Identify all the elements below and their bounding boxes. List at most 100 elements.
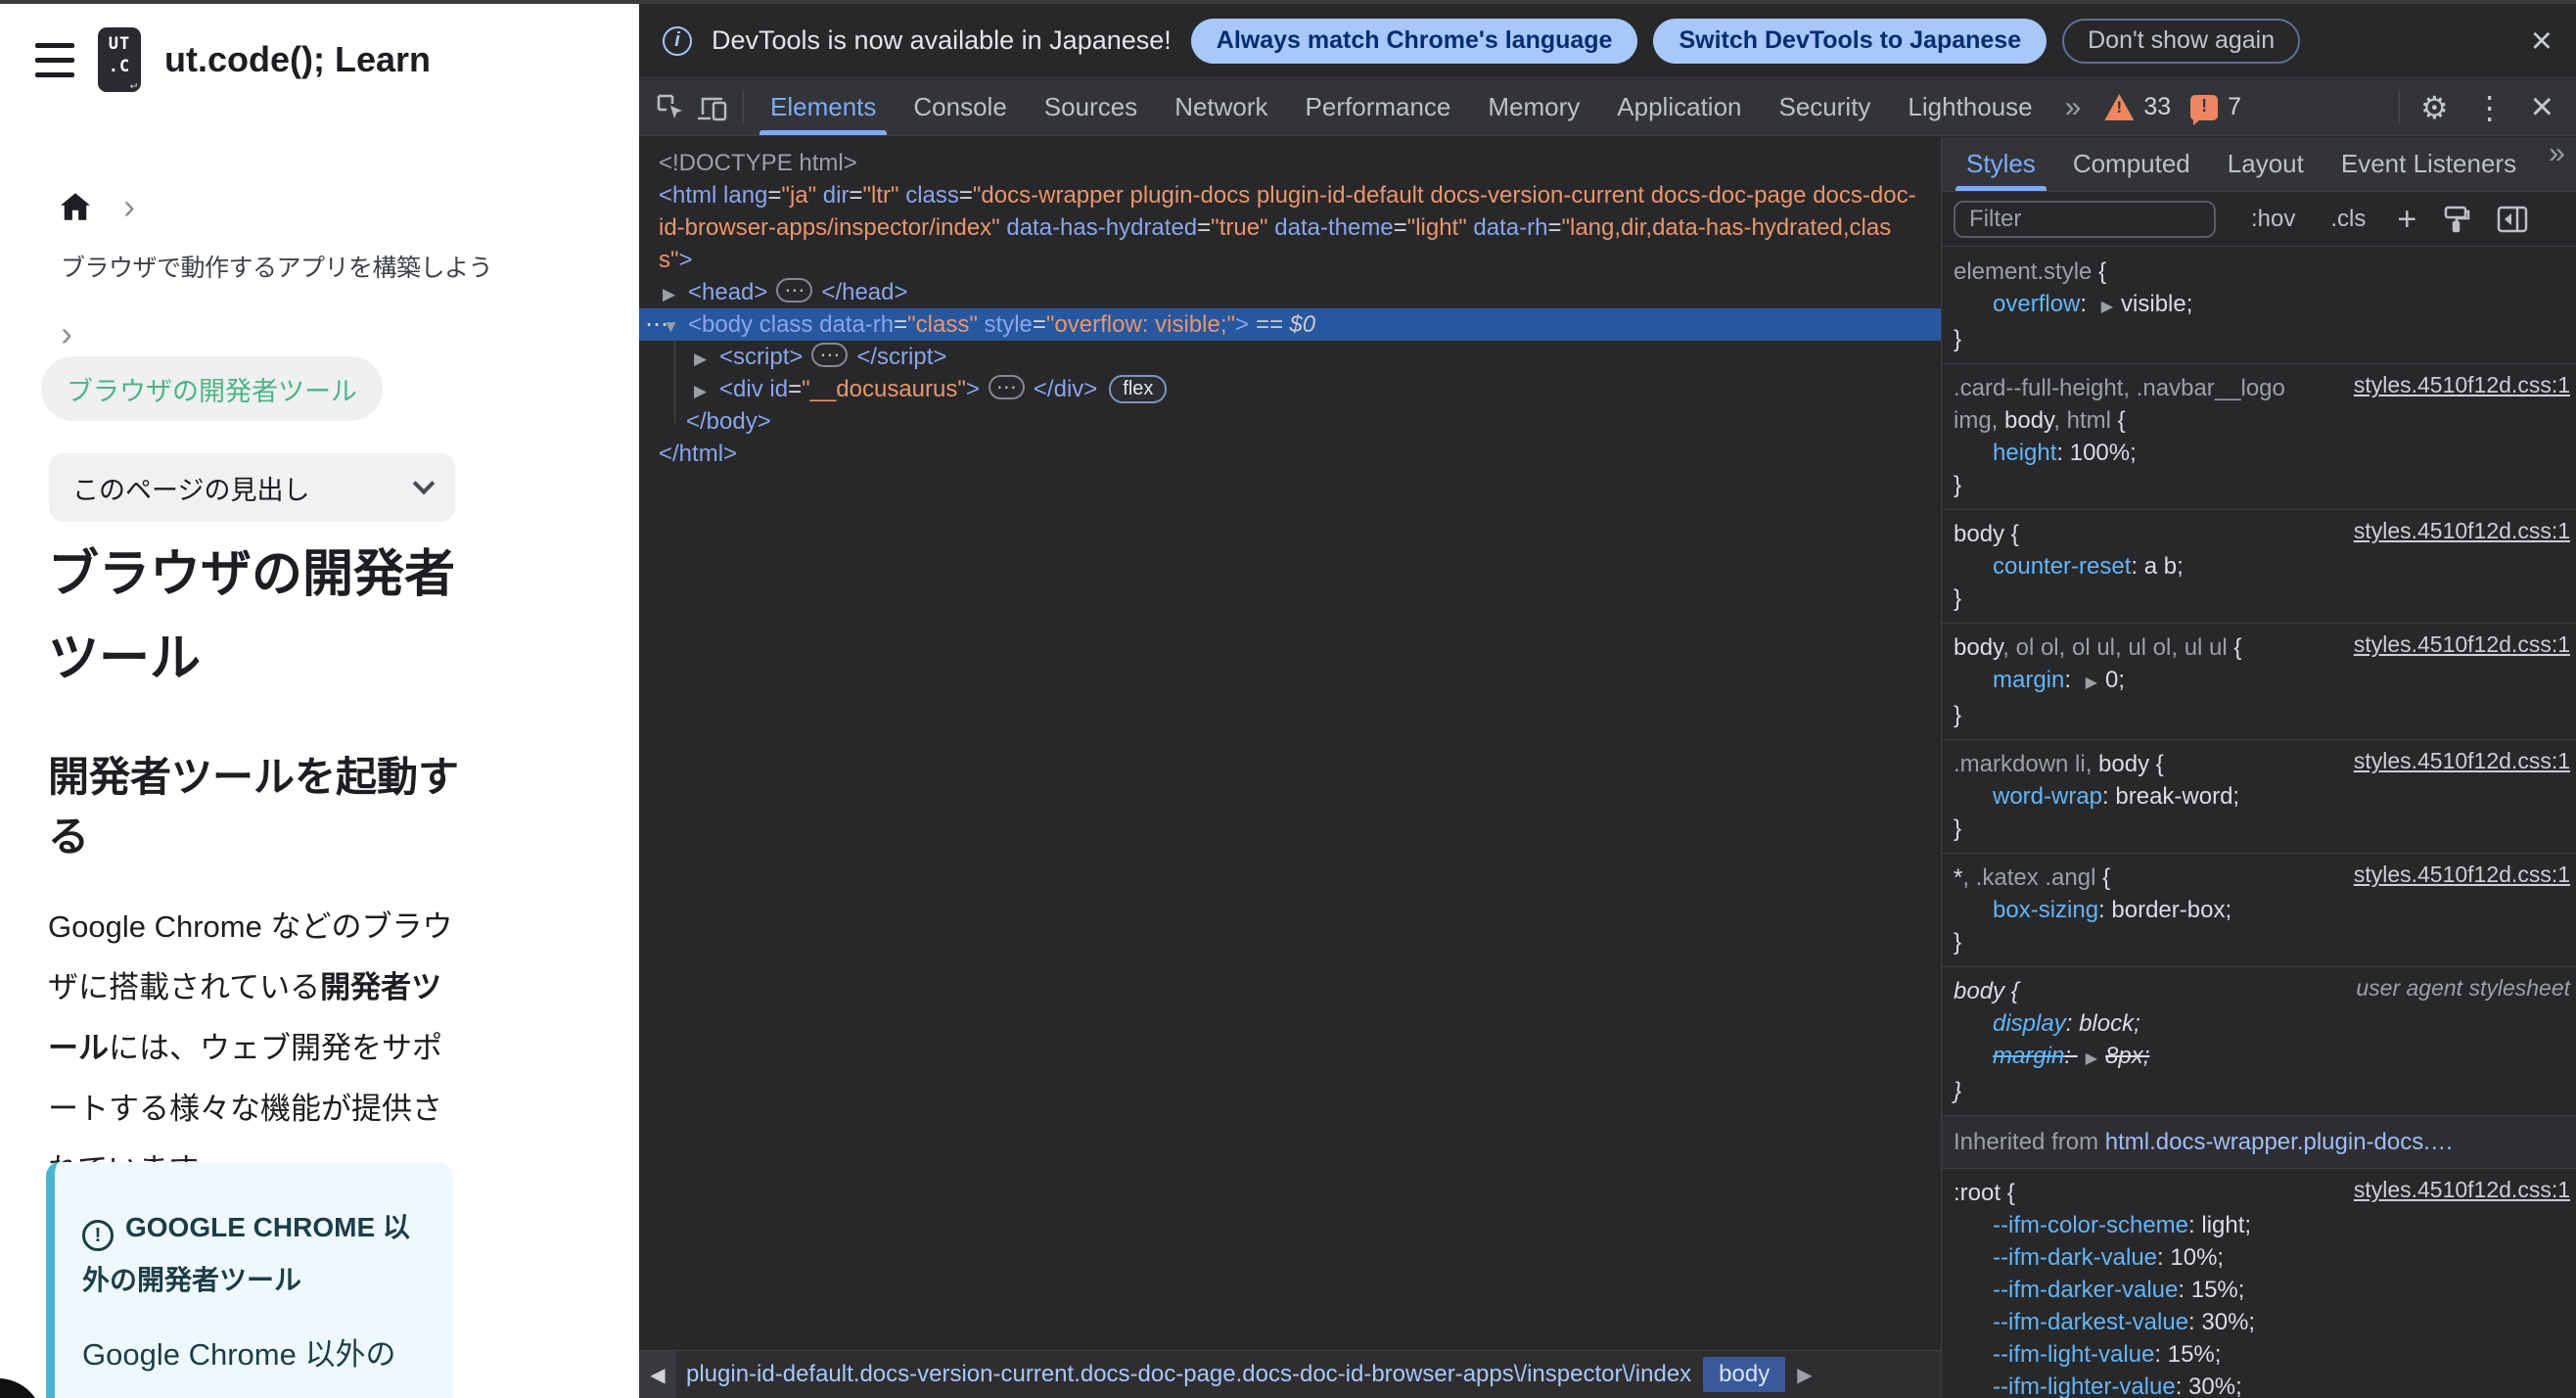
flex-badge[interactable]: flex: [1109, 375, 1168, 403]
stylesheet-link[interactable]: styles.4510f12d.css:1: [2354, 1177, 2570, 1203]
twisty-icon[interactable]: ▶: [694, 343, 719, 373]
devtools-tab-security[interactable]: Security: [1761, 79, 1890, 135]
css-property-line[interactable]: word-wrap: break-word;: [1942, 780, 2576, 813]
dom-tree-row[interactable]: </html>: [639, 438, 1941, 470]
css-selector-line[interactable]: img, body, html {: [1942, 404, 2576, 437]
new-style-rule-button[interactable]: +: [2397, 203, 2416, 236]
css-selector-line[interactable]: }: [1942, 699, 2576, 731]
inherited-node-link[interactable]: html.docs-wrapper.plugin-docs.…: [2105, 1129, 2454, 1155]
css-property-line[interactable]: margin: ▶ 0;: [1942, 664, 2576, 699]
dismiss-button[interactable]: Don't show again: [2062, 18, 2301, 64]
rendering-emulation-icon[interactable]: [2442, 205, 2471, 234]
dom-tree-row[interactable]: id-browser-apps/inspector/index" data-ha…: [639, 211, 1941, 244]
css-selector-line[interactable]: }: [1942, 469, 2576, 501]
styles-filter-input[interactable]: [1954, 200, 2216, 238]
sidebar-tab-event-listeners[interactable]: Event Listeners: [2323, 137, 2535, 191]
devtools-tab-performance[interactable]: Performance: [1287, 79, 1470, 135]
devtools-tab-console[interactable]: Console: [895, 79, 1025, 135]
dom-tree-row[interactable]: <!DOCTYPE html>: [639, 147, 1941, 179]
breadcrumb-item-current[interactable]: ブラウザの開発者ツール: [41, 356, 383, 421]
devtools-tab-network[interactable]: Network: [1156, 79, 1286, 135]
css-property-line[interactable]: box-sizing: border-box;: [1942, 894, 2576, 926]
css-text: 15%;: [2190, 1277, 2245, 1303]
more-tabs-icon[interactable]: »: [2535, 137, 2576, 191]
css-property-line[interactable]: --ifm-darker-value: 15%;: [1942, 1274, 2576, 1306]
expand-ellipsis-button[interactable]: ⋯: [811, 343, 849, 367]
issues-badge[interactable]: 7: [2190, 93, 2241, 125]
css-property-line[interactable]: --ifm-lighter-value: 30%;: [1942, 1371, 2576, 1398]
css-property-line[interactable]: --ifm-dark-value: 10%;: [1942, 1241, 2576, 1274]
devtools-tab-application[interactable]: Application: [1598, 79, 1760, 135]
menu-icon[interactable]: [35, 42, 74, 77]
infobar-action-button[interactable]: Switch DevTools to Japanese: [1653, 18, 2047, 64]
css-property-line[interactable]: display: block;: [1942, 1007, 2576, 1040]
css-property-line[interactable]: margin: ▶ 8px;: [1942, 1040, 2576, 1075]
infobar-action-button[interactable]: Always match Chrome's language: [1190, 18, 1638, 64]
css-selector-line[interactable]: }: [1942, 926, 2576, 958]
devtools-tab-elements[interactable]: Elements: [752, 79, 895, 135]
dom-tree-row[interactable]: ⋯ ▼ <body class data-rh="class" style="ove…: [639, 308, 1941, 341]
scroll-button-partial[interactable]: [0, 1378, 43, 1398]
toggle-hover-state-button[interactable]: :hov: [2251, 206, 2295, 233]
css-selector-line[interactable]: }: [1942, 1075, 2576, 1107]
device-toolbar-icon[interactable]: [692, 86, 735, 129]
stylesheet-link[interactable]: styles.4510f12d.css:1: [2354, 862, 2570, 888]
twisty-icon[interactable]: ▶: [663, 278, 688, 308]
css-selector-line[interactable]: }: [1942, 582, 2576, 615]
kebab-menu-icon[interactable]: ⋮: [2461, 89, 2518, 126]
css-property-line[interactable]: height: 100%;: [1942, 437, 2576, 469]
css-property-name: --ifm-dark-value: [1993, 1244, 2158, 1271]
inspect-element-icon[interactable]: [649, 86, 692, 129]
expand-longhand-icon[interactable]: ▶: [2078, 675, 2105, 691]
stylesheet-link[interactable]: styles.4510f12d.css:1: [2354, 631, 2570, 658]
css-property-line[interactable]: counter-reset: a b;: [1942, 550, 2576, 582]
crumb-selected-node[interactable]: body: [1703, 1357, 1786, 1392]
home-icon[interactable]: [61, 193, 90, 220]
expand-longhand-icon[interactable]: ▶: [2093, 299, 2121, 315]
twisty-icon[interactable]: ▶: [694, 375, 719, 405]
css-property-line[interactable]: --ifm-light-value: 15%;: [1942, 1338, 2576, 1371]
sidebar-tab-styles[interactable]: Styles: [1948, 137, 2054, 191]
stylesheet-link[interactable]: styles.4510f12d.css:1: [2354, 518, 2570, 544]
sidebar-tab-layout[interactable]: Layout: [2209, 137, 2323, 191]
close-icon[interactable]: ×: [2531, 23, 2553, 60]
stylesheet-origin-label: user agent stylesheet: [2356, 975, 2570, 1001]
css-selector-line[interactable]: }: [1942, 323, 2576, 355]
css-selector-line[interactable]: }: [1942, 813, 2576, 845]
more-tabs-icon[interactable]: »: [2051, 91, 2095, 124]
devtools-tab-sources[interactable]: Sources: [1026, 79, 1156, 135]
toc-collapsible[interactable]: このページの見出し: [49, 453, 455, 522]
crumb-path[interactable]: plugin-id-default.docs-version-current.d…: [686, 1361, 1691, 1388]
stylesheet-link[interactable]: styles.4510f12d.css:1: [2354, 372, 2570, 398]
dom-tree-row[interactable]: ▶ <script> ⋯ </script>: [639, 341, 1941, 373]
css-selector-line[interactable]: element.style {: [1942, 256, 2576, 288]
toggle-class-button[interactable]: .cls: [2330, 206, 2366, 233]
warnings-badge[interactable]: 33: [2104, 93, 2171, 121]
css-property-line[interactable]: --ifm-darkest-value: 30%;: [1942, 1306, 2576, 1338]
gear-icon[interactable]: ⚙: [2408, 89, 2461, 126]
site-title[interactable]: ut.code(); Learn: [164, 39, 431, 80]
dom-tree-row[interactable]: ▶ <div id="__docusaurus"> ⋯ </div> flex: [639, 373, 1941, 405]
expand-longhand-icon[interactable]: ▶: [2078, 1050, 2105, 1067]
crumb-scroll-left-icon[interactable]: ◀: [639, 1351, 676, 1398]
breadcrumb-item-category[interactable]: ブラウザで動作するアプリを構築しよう: [61, 249, 493, 284]
expand-ellipsis-button[interactable]: ⋯: [988, 375, 1025, 399]
css-property-line[interactable]: --ifm-color-scheme: light;: [1942, 1209, 2576, 1241]
dom-tree-row[interactable]: </body>: [639, 405, 1941, 438]
dom-tree-row[interactable]: <html lang="ja" dir="ltr" class="docs-wr…: [639, 179, 1941, 211]
devtools-tab-lighthouse[interactable]: Lighthouse: [1889, 79, 2050, 135]
crumb-scroll-right-icon[interactable]: ▶: [1797, 1363, 1812, 1387]
close-icon[interactable]: ×: [2518, 85, 2566, 129]
toggle-sidebar-icon[interactable]: [2497, 206, 2528, 233]
devtools-tab-memory[interactable]: Memory: [1469, 79, 1598, 135]
css-text: :: [2175, 1374, 2189, 1398]
expand-ellipsis-button[interactable]: ⋯: [776, 278, 813, 303]
style-rule: styles.4510f12d.css:1 body {counter-reset…: [1942, 510, 2576, 624]
sidebar-tab-computed[interactable]: Computed: [2054, 137, 2209, 191]
node-menu-icon[interactable]: ⋯: [645, 308, 669, 341]
css-property-line[interactable]: overflow: ▶ visible;: [1942, 288, 2576, 323]
stylesheet-link[interactable]: styles.4510f12d.css:1: [2354, 748, 2570, 774]
site-logo[interactable]: UT .C ↵: [98, 27, 141, 92]
dom-tree-row[interactable]: s">: [639, 244, 1941, 276]
dom-tree-row[interactable]: ▶ <head> ⋯ </head>: [639, 276, 1941, 308]
